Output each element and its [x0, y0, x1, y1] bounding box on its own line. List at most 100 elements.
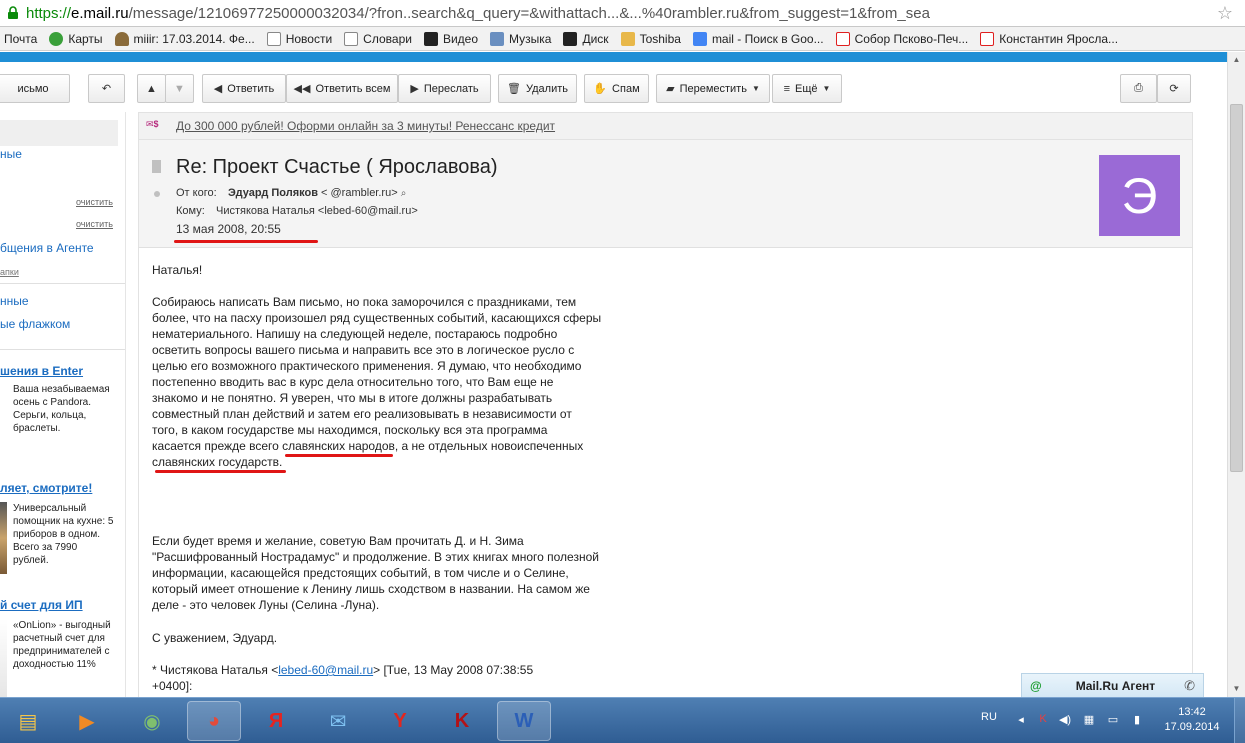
folder-icon: ▰ — [666, 83, 675, 95]
reply-all-icon: ◀◀ — [293, 83, 311, 95]
quote-email-link[interactable]: lebed-60@mail.ru — [278, 663, 373, 677]
word-icon[interactable]: W — [497, 701, 551, 741]
clean-link-1[interactable]: очистить — [76, 197, 113, 207]
bookmark-dictionaries[interactable]: Словари — [338, 27, 418, 50]
reply-button[interactable]: ◀ Ответить — [202, 74, 286, 103]
sidebar-link-1[interactable]: ные — [0, 147, 22, 161]
sender-name[interactable]: Эдуард Поляков — [228, 187, 318, 199]
bookmark-star-icon[interactable]: ☆ — [1205, 3, 1245, 24]
greeting: Наталья! — [152, 263, 203, 277]
scroll-down-icon[interactable]: ▼ — [1228, 681, 1245, 697]
bookmark-miiir[interactable]: miiir: 17.03.2014. Фе... — [109, 27, 261, 50]
sidebar-ad-title-1[interactable]: шения в Enter — [0, 364, 83, 378]
ad-logo-icon: ✉$ — [146, 119, 159, 129]
more-button[interactable]: ≡ Ещё ▼ — [772, 74, 842, 103]
sidebar-folders-link[interactable]: апки — [0, 267, 19, 277]
yandex-browser-icon[interactable]: Y — [373, 701, 427, 741]
search-icon[interactable]: ⌕ — [401, 188, 407, 199]
sidebar-ad-title-3[interactable]: й счет для ИП — [0, 598, 83, 612]
forward-button[interactable]: ▶ Переслать — [398, 74, 491, 103]
bookmark-konstantin[interactable]: Константин Яросла... — [974, 27, 1124, 50]
body-line: осветить вопросы вашего письма и направи… — [152, 343, 575, 357]
music-icon — [490, 31, 505, 46]
sidebar-ad-title-2[interactable]: ляет, смотрите! — [0, 481, 92, 495]
body-line: славянских государств. — [152, 455, 283, 469]
sidebar-ad-text-3[interactable]: «OnLion» - выгодный расчетный счет для п… — [13, 619, 115, 671]
left-sidebar: ные очистить очистить бщения в Агенте ап… — [0, 112, 126, 697]
move-button[interactable]: ▰ Переместить ▼ — [656, 74, 770, 103]
kaspersky-tray-icon[interactable]: K — [1036, 713, 1050, 727]
mailru-agent-bar[interactable]: @ Mail.Ru Агент ✆ — [1021, 673, 1204, 697]
ad-banner[interactable]: ✉$ До 300 000 рублей! Оформи онлайн за 3… — [138, 112, 1193, 140]
kaspersky-icon[interactable]: K — [435, 701, 489, 741]
language-indicator[interactable]: RU — [981, 711, 997, 723]
printer-icon: ⎙ — [1134, 82, 1143, 94]
annotation-underline-date — [174, 240, 318, 243]
app-icon[interactable]: ◉ — [125, 701, 179, 741]
mail-agent-icon[interactable]: ✉ — [311, 701, 365, 741]
recipient[interactable]: Чистякова Наталья <lebed-60@mail.ru> — [216, 205, 418, 217]
sidebar-item-flagged[interactable]: ые флажком — [0, 317, 70, 331]
spam-button[interactable]: ✋ Спам — [584, 74, 649, 103]
bookmark-disk[interactable]: Диск — [557, 27, 614, 50]
yandex-icon — [980, 31, 995, 46]
prev-message-button[interactable]: ▲ — [137, 74, 166, 103]
body-line: знакомо и не понятно. Я уверен, что мы в… — [152, 391, 553, 405]
bookmark-music[interactable]: Музыка — [484, 27, 557, 50]
signal-icon[interactable]: ▮ — [1130, 713, 1144, 727]
page-icon — [266, 31, 281, 46]
clean-link-2[interactable]: очистить — [76, 219, 113, 229]
bookmark-mail[interactable]: Почта — [0, 27, 43, 50]
flag-icon[interactable] — [152, 160, 161, 173]
body-line: нематериального. Напишу на следующей нед… — [152, 327, 558, 341]
system-clock[interactable]: 13:42 17.09.2014 — [1162, 705, 1222, 735]
write-button[interactable]: исьмо — [0, 74, 70, 103]
url-text[interactable]: https://e.mail.ru/message/12106977250000… — [26, 5, 1205, 22]
refresh-button[interactable]: ⟳ — [1157, 74, 1191, 103]
show-desktop-button[interactable] — [1234, 698, 1245, 743]
sidebar-ad-image-2[interactable] — [0, 502, 7, 574]
bookmark-maps[interactable]: Карты — [43, 27, 108, 50]
chrome-icon[interactable]: ◕ — [187, 701, 241, 741]
monitor-icon[interactable]: ▭ — [1106, 713, 1120, 727]
tray-expand-icon[interactable]: ◂ — [1014, 713, 1028, 727]
media-player-icon[interactable]: ▶ — [60, 701, 114, 741]
bookmark-google-search[interactable]: mail - Поиск в Goo... — [687, 27, 830, 50]
ad-banner-link[interactable]: До 300 000 рублей! Оформи онлайн за 3 ми… — [176, 119, 555, 133]
scrollbar-thumb[interactable] — [1230, 104, 1243, 472]
play-icon — [423, 31, 438, 46]
sidebar-link-2[interactable]: нные — [0, 294, 29, 308]
phone-icon[interactable]: ✆ — [1184, 678, 1195, 694]
next-message-button[interactable]: ▼ — [165, 74, 194, 103]
folder-icon — [620, 31, 635, 46]
scroll-up-icon[interactable]: ▲ — [1228, 52, 1245, 68]
delete-button[interactable]: 🗑 Удалить — [498, 74, 577, 103]
print-button[interactable]: ⎙ — [1120, 74, 1157, 103]
bookmark-toshiba[interactable]: Toshiba — [615, 27, 687, 50]
disk-icon — [563, 31, 578, 46]
read-status-icon[interactable] — [154, 191, 160, 197]
sidebar-item-agent-messages[interactable]: бщения в Агенте — [0, 241, 94, 255]
header-accent-bar — [0, 52, 1227, 62]
explorer-icon[interactable]: ▤ — [2, 701, 54, 741]
page-scrollbar[interactable]: ▲ ▼ — [1227, 52, 1245, 697]
sender-email[interactable]: < @rambler.ru> — [318, 187, 398, 199]
sidebar-ad-text-1[interactable]: Ваша незабываемая осень с Pandora. Серьг… — [13, 383, 115, 435]
signature: С уважением, Эдуард. — [152, 631, 278, 645]
annotation-underline-peoples — [285, 454, 393, 457]
reply-all-button[interactable]: ◀◀ Ответить всем — [286, 74, 398, 103]
bookmarks-bar: Почта Карты miiir: 17.03.2014. Фе... Нов… — [0, 27, 1245, 51]
bookmark-video[interactable]: Видео — [418, 27, 484, 50]
yandex-icon[interactable]: Я — [249, 701, 303, 741]
network-icon[interactable]: ▦ — [1082, 713, 1096, 727]
bookmark-news[interactable]: Новости — [261, 27, 338, 50]
chevron-down-icon: ▼ — [751, 84, 760, 93]
maps-icon — [49, 31, 64, 46]
sidebar-ad-text-2[interactable]: Универсальный помощник на кухне: 5 прибо… — [13, 502, 115, 567]
sidebar-ad-image-3[interactable] — [0, 619, 7, 697]
address-bar[interactable]: https://e.mail.ru/message/12106977250000… — [0, 0, 1245, 27]
bookmark-sobor[interactable]: Собор Псково-Печ... — [830, 27, 975, 50]
sidebar-selected-folder[interactable] — [0, 120, 118, 146]
volume-icon[interactable]: ◀) — [1058, 713, 1072, 727]
back-button[interactable]: ↶ — [88, 74, 125, 103]
